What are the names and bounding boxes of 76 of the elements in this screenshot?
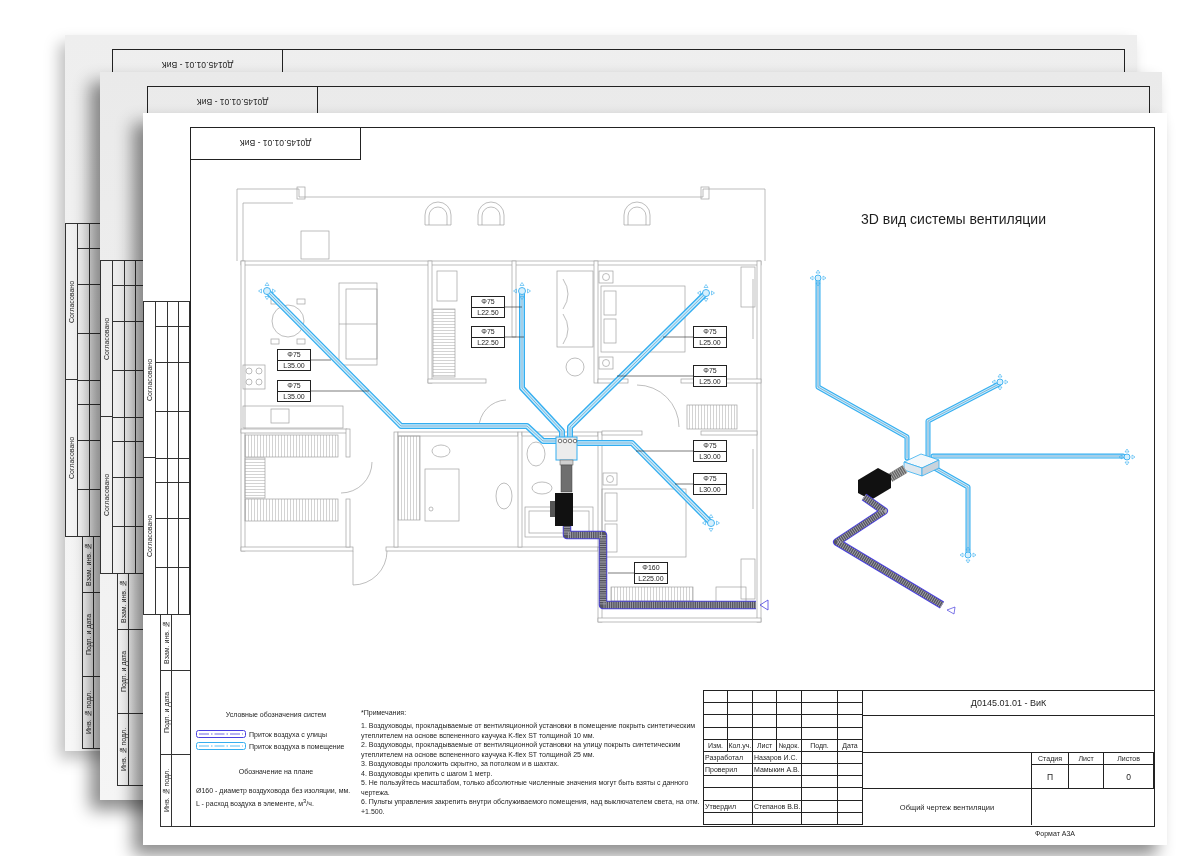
- table-cell: [156, 363, 168, 412]
- ventilation-unit: [858, 468, 891, 500]
- table-cell: [179, 363, 190, 412]
- table-cell: [113, 286, 125, 322]
- table-cell: [156, 327, 168, 363]
- distribution-box: [903, 453, 940, 477]
- table-cell: [179, 327, 190, 363]
- table-cell: [753, 727, 777, 740]
- table-cell: [179, 458, 190, 483]
- table-cell: [838, 703, 863, 716]
- silencer: [559, 459, 574, 493]
- table-cell: [802, 764, 838, 777]
- stage-value: П: [1032, 765, 1069, 789]
- diffuser-icon: [1118, 448, 1136, 466]
- diffuser-icon: [697, 284, 715, 302]
- table-cell: [113, 371, 125, 418]
- table-cell: [728, 703, 753, 716]
- table-cell: [156, 458, 168, 483]
- table-cell: [179, 483, 190, 519]
- table-cell: [113, 417, 125, 442]
- table-cell: [838, 764, 863, 777]
- triangle-marker-icon: [946, 606, 956, 615]
- table-cell: [753, 776, 802, 789]
- table-cell: [838, 751, 863, 765]
- diffuser-icon: [991, 373, 1009, 391]
- table-cell: [802, 788, 838, 801]
- table-cell: [156, 412, 168, 459]
- table-cell: [113, 527, 125, 574]
- diffuser-icon: [959, 546, 977, 564]
- table-cell: [838, 776, 863, 789]
- triangle-marker-icon: [759, 599, 769, 611]
- table-cell: [838, 800, 863, 813]
- document-code: Д0145.01.01 - ВиК: [191, 128, 361, 160]
- diffuser-icon: [702, 514, 720, 532]
- ventilation-unit: [550, 493, 573, 526]
- table-cell: [179, 568, 190, 615]
- diffuser-icon: [513, 282, 531, 300]
- table-cell: [168, 412, 179, 459]
- table-cell: [113, 478, 125, 527]
- view-title: 3D вид системы вентиляции: [861, 210, 1046, 228]
- table-cell: [156, 568, 168, 615]
- stage-value: 0: [1104, 765, 1154, 789]
- table-cell: [753, 703, 777, 716]
- table-cell: [838, 727, 863, 740]
- document-code: Д0145.01.01 - ВиК: [863, 691, 1154, 716]
- table-cell: [728, 727, 753, 740]
- table-cell: [802, 751, 838, 765]
- table-cell: [179, 412, 190, 459]
- table-cell: [156, 483, 168, 519]
- table-cell: [753, 788, 802, 801]
- table-cell: [802, 800, 838, 813]
- table-cell: [168, 458, 179, 483]
- table-cell: [168, 483, 179, 519]
- table-cell: [156, 519, 168, 568]
- table-cell: [802, 776, 838, 789]
- table-cell: [168, 568, 179, 615]
- table-cell: [777, 703, 802, 716]
- table-cell: [113, 322, 125, 371]
- table-cell: [113, 442, 125, 478]
- distribution-box: [555, 436, 578, 461]
- diffuser-icon: [258, 282, 276, 300]
- table-cell: [753, 715, 777, 728]
- table-cell: [777, 715, 802, 728]
- diffuser-icon: [809, 269, 827, 287]
- table-cell: [728, 715, 753, 728]
- table-cell: [168, 363, 179, 412]
- table-cell: [802, 703, 838, 716]
- table-cell: [1069, 765, 1104, 789]
- table-cell: [802, 715, 838, 728]
- table-cell: [168, 327, 179, 363]
- table-cell: [838, 715, 863, 728]
- table-cell: [168, 519, 179, 568]
- table-cell: [777, 727, 802, 740]
- table-cell: [179, 519, 190, 568]
- table-cell: [802, 727, 838, 740]
- table-cell: [838, 788, 863, 801]
